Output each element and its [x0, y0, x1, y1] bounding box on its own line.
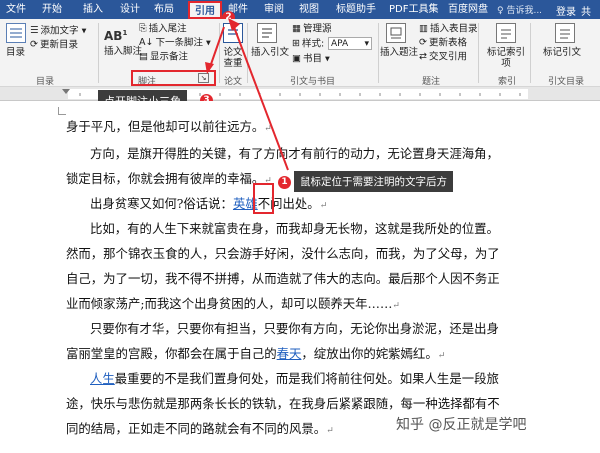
step-1-badge: 1 — [278, 176, 291, 189]
paper-check-icon — [223, 23, 243, 43]
doc-paragraph-line: 业而倾家荡产;而我这个出身贫困的人，却可以颐养天年……↵ — [66, 296, 400, 311]
doc-paragraph-line: 只要你有才华，只要你有担当，只要你有方向，无论你出身淤泥，还是出身 — [90, 321, 499, 336]
add-text-icon: ☰ — [30, 25, 39, 36]
tab-home[interactable]: 开始 — [42, 3, 62, 16]
insert-caption-icon — [386, 23, 406, 43]
tab-references[interactable]: 引用 — [188, 1, 222, 19]
doc-paragraph-line: 比如，有的人生下来就富贵在身，而我却身无长物，这就是我所处的位置。 — [90, 221, 499, 236]
paper-check-button[interactable]: 论文查重 — [221, 47, 245, 69]
ribbon-separator — [530, 23, 531, 83]
doc-paragraph-line: 然而，那个锦衣玉食的人，只会游手好闲，没什么志向，而我，为了父母，为了 — [66, 246, 500, 261]
footnote-group-highlight — [131, 70, 216, 86]
doc-paragraph-line: 途，快乐与悲伤就是那两条长长的铁轨，在我身后紧紧跟随，每一种选择都有不 — [66, 396, 500, 411]
table-of-contents-icon — [6, 23, 26, 43]
doc-paragraph-line: 富丽堂皇的宫殿，你都会在属于自己的春天，绽放出你的姹紫嫣红。↵ — [66, 346, 446, 361]
paragraph-mark-icon: ↵ — [437, 351, 446, 361]
tab-title-assistant[interactable]: 标题助手 — [336, 3, 376, 16]
refresh-icon: ⟳ — [30, 39, 38, 50]
doc-paragraph-line: 出身贫寒又如何?俗话说：英雄不问出处。↵ — [90, 196, 328, 211]
tab-review[interactable]: 审阅 — [264, 3, 284, 16]
style-icon: ⊞ — [292, 38, 300, 49]
tab-file[interactable]: 文件 — [6, 3, 26, 16]
ribbon-separator — [219, 23, 220, 83]
cross-reference-button[interactable]: ⇄ 交叉引用 — [419, 51, 467, 64]
cursor-position-highlight — [253, 183, 274, 214]
cross-reference-icon: ⇄ — [419, 51, 427, 62]
footnote-ab-icon: AB1 — [104, 29, 128, 43]
group-label-citations: 引文与书目 — [290, 77, 336, 87]
life-hyperlink[interactable]: 人生 — [90, 371, 115, 386]
toc-button[interactable]: 目录 — [6, 47, 25, 59]
ribbon-references: 目录 ☰ 添加文字 ▾ ⟳ 更新目录 目录 AB1 插入脚注 ⎘ 插入尾注 A↓ 下一条… — [0, 19, 600, 87]
mark-citation-icon — [555, 23, 575, 43]
show-notes-icon: ▤ — [139, 51, 148, 62]
tab-design[interactable]: 设计 — [120, 3, 140, 16]
mark-entry-button[interactable]: 标记索引项 — [486, 47, 526, 69]
spring-hyperlink[interactable]: 春天 — [277, 346, 302, 361]
paragraph-mark-icon: ↵ — [264, 124, 272, 134]
ribbon-separator — [478, 23, 479, 83]
ribbon-separator — [378, 23, 379, 83]
ribbon-separator — [247, 23, 248, 83]
insert-endnote-button[interactable]: ⎘ 插入尾注 — [139, 23, 187, 36]
insert-citation-button[interactable]: 插入引文 — [251, 47, 289, 59]
share-button[interactable]: 共 — [581, 3, 591, 18]
refresh-icon: ⟳ — [419, 37, 427, 48]
document-page[interactable]: 身于平凡，但是他却可以前往远方。↵ 方向，是旗开得胜的关键，有了方向才有前行的动… — [0, 101, 600, 453]
group-label-toc: 目录 — [36, 77, 55, 87]
ribbon-separator — [98, 23, 99, 83]
endnote-icon: ⎘ — [139, 23, 147, 34]
doc-paragraph-line: 方向，是旗开得胜的关键，有了方向才有前行的动力，无论置身天涯海角， — [90, 146, 499, 161]
tell-me-box[interactable]: ♀ 告诉我... — [497, 3, 542, 16]
menu-bar: 文件 开始 插入 设计 布局 引用 邮件 审阅 视图 标题助手 PDF工具集 百… — [0, 0, 600, 19]
insert-table-of-figures-button[interactable]: ▥ 插入表目录 — [419, 23, 478, 36]
update-toc-button[interactable]: ⟳ 更新目录 — [30, 39, 78, 52]
manage-sources-button[interactable]: ▦ 管理源 — [292, 23, 332, 36]
tab-view[interactable]: 视图 — [299, 3, 319, 16]
login-button[interactable]: 登录 — [556, 3, 576, 18]
insert-footnote-button[interactable]: 插入脚注 — [104, 46, 142, 58]
tab-layout[interactable]: 布局 — [154, 3, 174, 16]
doc-paragraph-line: 人生最重要的不是我们置身何处，而是我们将前往何处。如果人生是一段旅 — [90, 371, 499, 386]
chevron-down-icon: ▾ — [364, 39, 369, 49]
insert-citation-icon — [257, 23, 277, 43]
paragraph-mark-icon: ↵ — [392, 301, 400, 311]
bibliography-icon: ▣ — [292, 53, 301, 64]
group-label-index: 索引 — [498, 77, 517, 87]
next-footnote-button[interactable]: A↓ 下一条脚注 ▾ — [139, 37, 211, 50]
tab-insert[interactable]: 插入 — [83, 3, 103, 16]
word-window: 文件 开始 插入 设计 布局 引用 邮件 审阅 视图 标题助手 PDF工具集 百… — [0, 0, 600, 453]
margin-corner-marker — [58, 107, 66, 115]
paragraph-mark-icon: ↵ — [326, 426, 334, 436]
insert-caption-button[interactable]: 插入题注 — [380, 47, 418, 59]
group-label-captions: 题注 — [422, 77, 441, 87]
watermark-text: 知乎 @反正就是学吧 — [396, 417, 527, 433]
tab-baidu-netdisk[interactable]: 百度网盘 — [448, 3, 488, 16]
add-text-button[interactable]: ☰ 添加文字 ▾ — [30, 25, 86, 38]
update-table-button[interactable]: ⟳ 更新表格 — [419, 37, 467, 50]
paragraph-mark-icon: ↵ — [319, 201, 328, 211]
bibliography-button[interactable]: ▣ 书目 ▾ — [292, 53, 330, 66]
table-of-figures-icon: ▥ — [419, 23, 428, 34]
step-1-callout: 鼠标定位于需要注明的文字后方 — [294, 171, 453, 192]
ruler-ticks — [62, 89, 521, 96]
show-notes-button[interactable]: ▤ 显示备注 — [139, 51, 188, 64]
doc-paragraph-line: 自己，为了一切，我不得不拼搏，从而造就了伟大的志向。最后那个人因不务正 — [66, 271, 500, 286]
mark-citation-button[interactable]: 标记引文 — [543, 47, 581, 59]
tab-pdf-tools[interactable]: PDF工具集 — [389, 3, 438, 16]
style-select[interactable]: APA ▾ — [328, 37, 372, 50]
style-label: ⊞ 样式: — [292, 38, 325, 50]
manage-sources-icon: ▦ — [292, 23, 301, 34]
next-footnote-icon: A↓ — [139, 37, 154, 48]
group-label-paper: 论文 — [224, 77, 243, 87]
horizontal-ruler[interactable] — [0, 87, 600, 101]
mark-entry-icon — [496, 23, 516, 43]
doc-paragraph-line: 身于平凡，但是他却可以前往远方。↵ — [66, 119, 272, 134]
group-label-authorities: 引文目录 — [548, 77, 585, 87]
